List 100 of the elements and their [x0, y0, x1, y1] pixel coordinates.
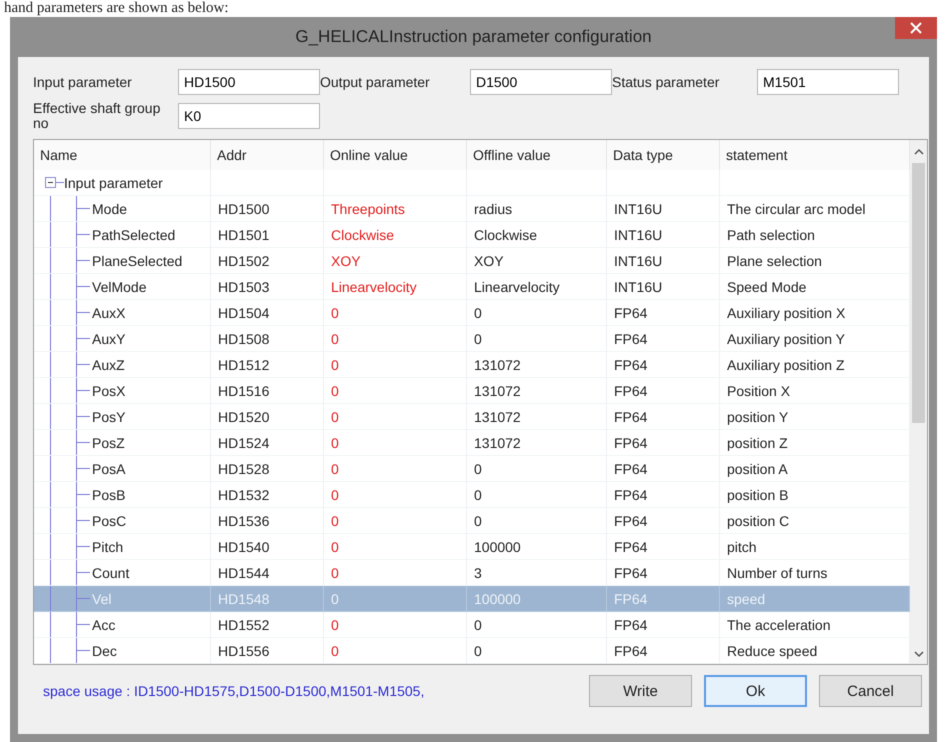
- table-cell: 131072: [467, 430, 607, 456]
- table-cell: FP64: [607, 508, 720, 534]
- table-cell: 0: [324, 378, 467, 404]
- column-header[interactable]: Addr: [211, 140, 324, 170]
- table-row[interactable]: PosC HD1536 0 0 FP64 position C: [34, 508, 910, 534]
- document-caption: hand parameters are shown as below:: [3, 0, 230, 17]
- table-row[interactable]: AuxY HD1508 0 0 FP64 Auxiliary position Y: [34, 326, 910, 352]
- table-cell: Linearvelocity: [324, 274, 467, 300]
- table-row[interactable]: PlaneSelected HD1502 XOY XOY INT16U Plane selection: [34, 248, 910, 274]
- tree-item: Vel: [92, 590, 112, 608]
- column-header[interactable]: Name: [34, 140, 211, 170]
- tree-item: Dec: [92, 642, 117, 660]
- table-cell: INT16U: [607, 248, 720, 274]
- table-cell: Linearvelocity: [467, 274, 607, 300]
- field-label: Input parameter: [33, 74, 133, 90]
- table-cell: 100000: [467, 586, 607, 612]
- close-button[interactable]: [895, 17, 937, 39]
- table-cell: 0: [324, 638, 467, 664]
- input-field[interactable]: HD1500: [178, 69, 320, 95]
- close-icon: [910, 22, 922, 34]
- table-cell: FP64: [607, 456, 720, 482]
- tree-item: PosA: [92, 460, 126, 478]
- table-cell: 0: [324, 430, 467, 456]
- tree-item: Mode: [92, 200, 128, 218]
- table-row[interactable]: PosY HD1520 0 131072 FP64 position Y: [34, 404, 910, 430]
- tree-item: PosC: [92, 512, 126, 530]
- table-cell: 0: [467, 300, 607, 326]
- table-cell: 131072: [467, 378, 607, 404]
- table-cell: HD1508: [211, 326, 324, 352]
- column-header[interactable]: Offline value: [467, 140, 607, 170]
- table-cell: XOY: [467, 248, 607, 274]
- table-cell: 0: [324, 612, 467, 638]
- tree-item: PosB: [92, 486, 126, 504]
- table-cell: 0: [467, 612, 607, 638]
- table-cell: 131072: [467, 404, 607, 430]
- table-cell: FP64: [607, 586, 720, 612]
- tree-item: Pitch: [92, 538, 124, 556]
- scroll-down-icon[interactable]: [914, 651, 924, 658]
- table-row[interactable]: AuxX HD1504 0 0 FP64 Auxiliary position X: [34, 300, 910, 326]
- input-field[interactable]: M1501: [757, 69, 899, 95]
- table-cell: HD1512: [211, 352, 324, 378]
- scrollbar-thumb[interactable]: [912, 163, 925, 423]
- table-cell: FP64: [607, 404, 720, 430]
- table-cell: HD1516: [211, 378, 324, 404]
- table-cell: FP64: [607, 352, 720, 378]
- scrollbar[interactable]: [910, 140, 927, 664]
- table-cell: HD1548: [211, 586, 324, 612]
- table-cell: XOY: [324, 248, 467, 274]
- table-row[interactable]: Pitch HD1540 0 100000 FP64 pitch: [34, 534, 910, 560]
- field-label: Status parameter: [612, 74, 720, 90]
- table-cell: 0: [324, 352, 467, 378]
- table-row[interactable]: Mode HD1500 Threepoints radius INT16U The circular arc model: [34, 196, 910, 222]
- column-header[interactable]: Data type: [607, 140, 720, 170]
- table-cell: FP64: [607, 534, 720, 560]
- table-row[interactable]: Acc HD1552 0 0 FP64 The acceleration: [34, 612, 910, 638]
- table-row[interactable]: VelMode HD1503 Linearvelocity Linearvelocity INT16U Speed Mode: [34, 274, 910, 300]
- table-cell: HD1528: [211, 456, 324, 482]
- tree-item: PathSelected: [92, 226, 176, 244]
- input-field[interactable]: D1500: [470, 69, 612, 95]
- table-cell: HD1520: [211, 404, 324, 430]
- tree-item: PosZ: [92, 434, 125, 452]
- dialog-button[interactable]: Write: [589, 675, 692, 707]
- tree-item: Count: [92, 564, 130, 582]
- tree-item[interactable]: Input parameter: [64, 170, 163, 195]
- table-row[interactable]: PosZ HD1524 0 131072 FP64 position Z: [34, 430, 910, 456]
- table-cell: Threepoints: [324, 196, 467, 222]
- table-cell: 0: [467, 326, 607, 352]
- scroll-up-icon[interactable]: [914, 148, 924, 155]
- table-cell: FP64: [607, 638, 720, 664]
- table-cell: 0: [467, 456, 607, 482]
- table-cell: HD1536: [211, 508, 324, 534]
- tree-item: AuxX: [92, 304, 126, 322]
- table-cell: INT16U: [607, 196, 720, 222]
- table-cell: 0: [324, 482, 467, 508]
- table-cell: FP64: [607, 430, 720, 456]
- field-label: Effective shaft group no: [33, 101, 162, 131]
- table-cell: HD1524: [211, 430, 324, 456]
- table-cell: HD1500: [211, 196, 324, 222]
- table-cell: 0: [467, 508, 607, 534]
- table-row[interactable]: PosA HD1528 0 0 FP64 position A: [34, 456, 910, 482]
- table-cell: HD1540: [211, 534, 324, 560]
- table-row[interactable]: PathSelected HD1501 Clockwise Clockwise INT16U Path selection: [34, 222, 910, 248]
- table-cell: Clockwise: [467, 222, 607, 248]
- table-row[interactable]: AuxZ HD1512 0 131072 FP64 Auxiliary position Z: [34, 352, 910, 378]
- table-cell: HD1503: [211, 274, 324, 300]
- dialog-button[interactable]: Cancel: [819, 675, 922, 707]
- table-row[interactable]: PosX HD1516 0 131072 FP64 Position X: [34, 378, 910, 404]
- table-cell: radius: [467, 196, 607, 222]
- tree-item: Acc: [92, 616, 116, 634]
- table-row[interactable]: PosB HD1532 0 0 FP64 position B: [34, 482, 910, 508]
- dialog-button[interactable]: Ok: [704, 675, 807, 707]
- table-cell: INT16U: [607, 222, 720, 248]
- collapse-icon[interactable]: [45, 177, 56, 188]
- tree-item: VelMode: [92, 278, 146, 296]
- table-cell: FP64: [607, 300, 720, 326]
- table-cell: 0: [467, 638, 607, 664]
- column-header[interactable]: Online value: [324, 140, 467, 170]
- input-field[interactable]: K0: [178, 103, 320, 129]
- window-title: G_HELICALInstruction parameter configuration: [295, 27, 652, 47]
- table-row[interactable]: Dec HD1556 0 0 FP64 Reduce speed: [34, 638, 910, 664]
